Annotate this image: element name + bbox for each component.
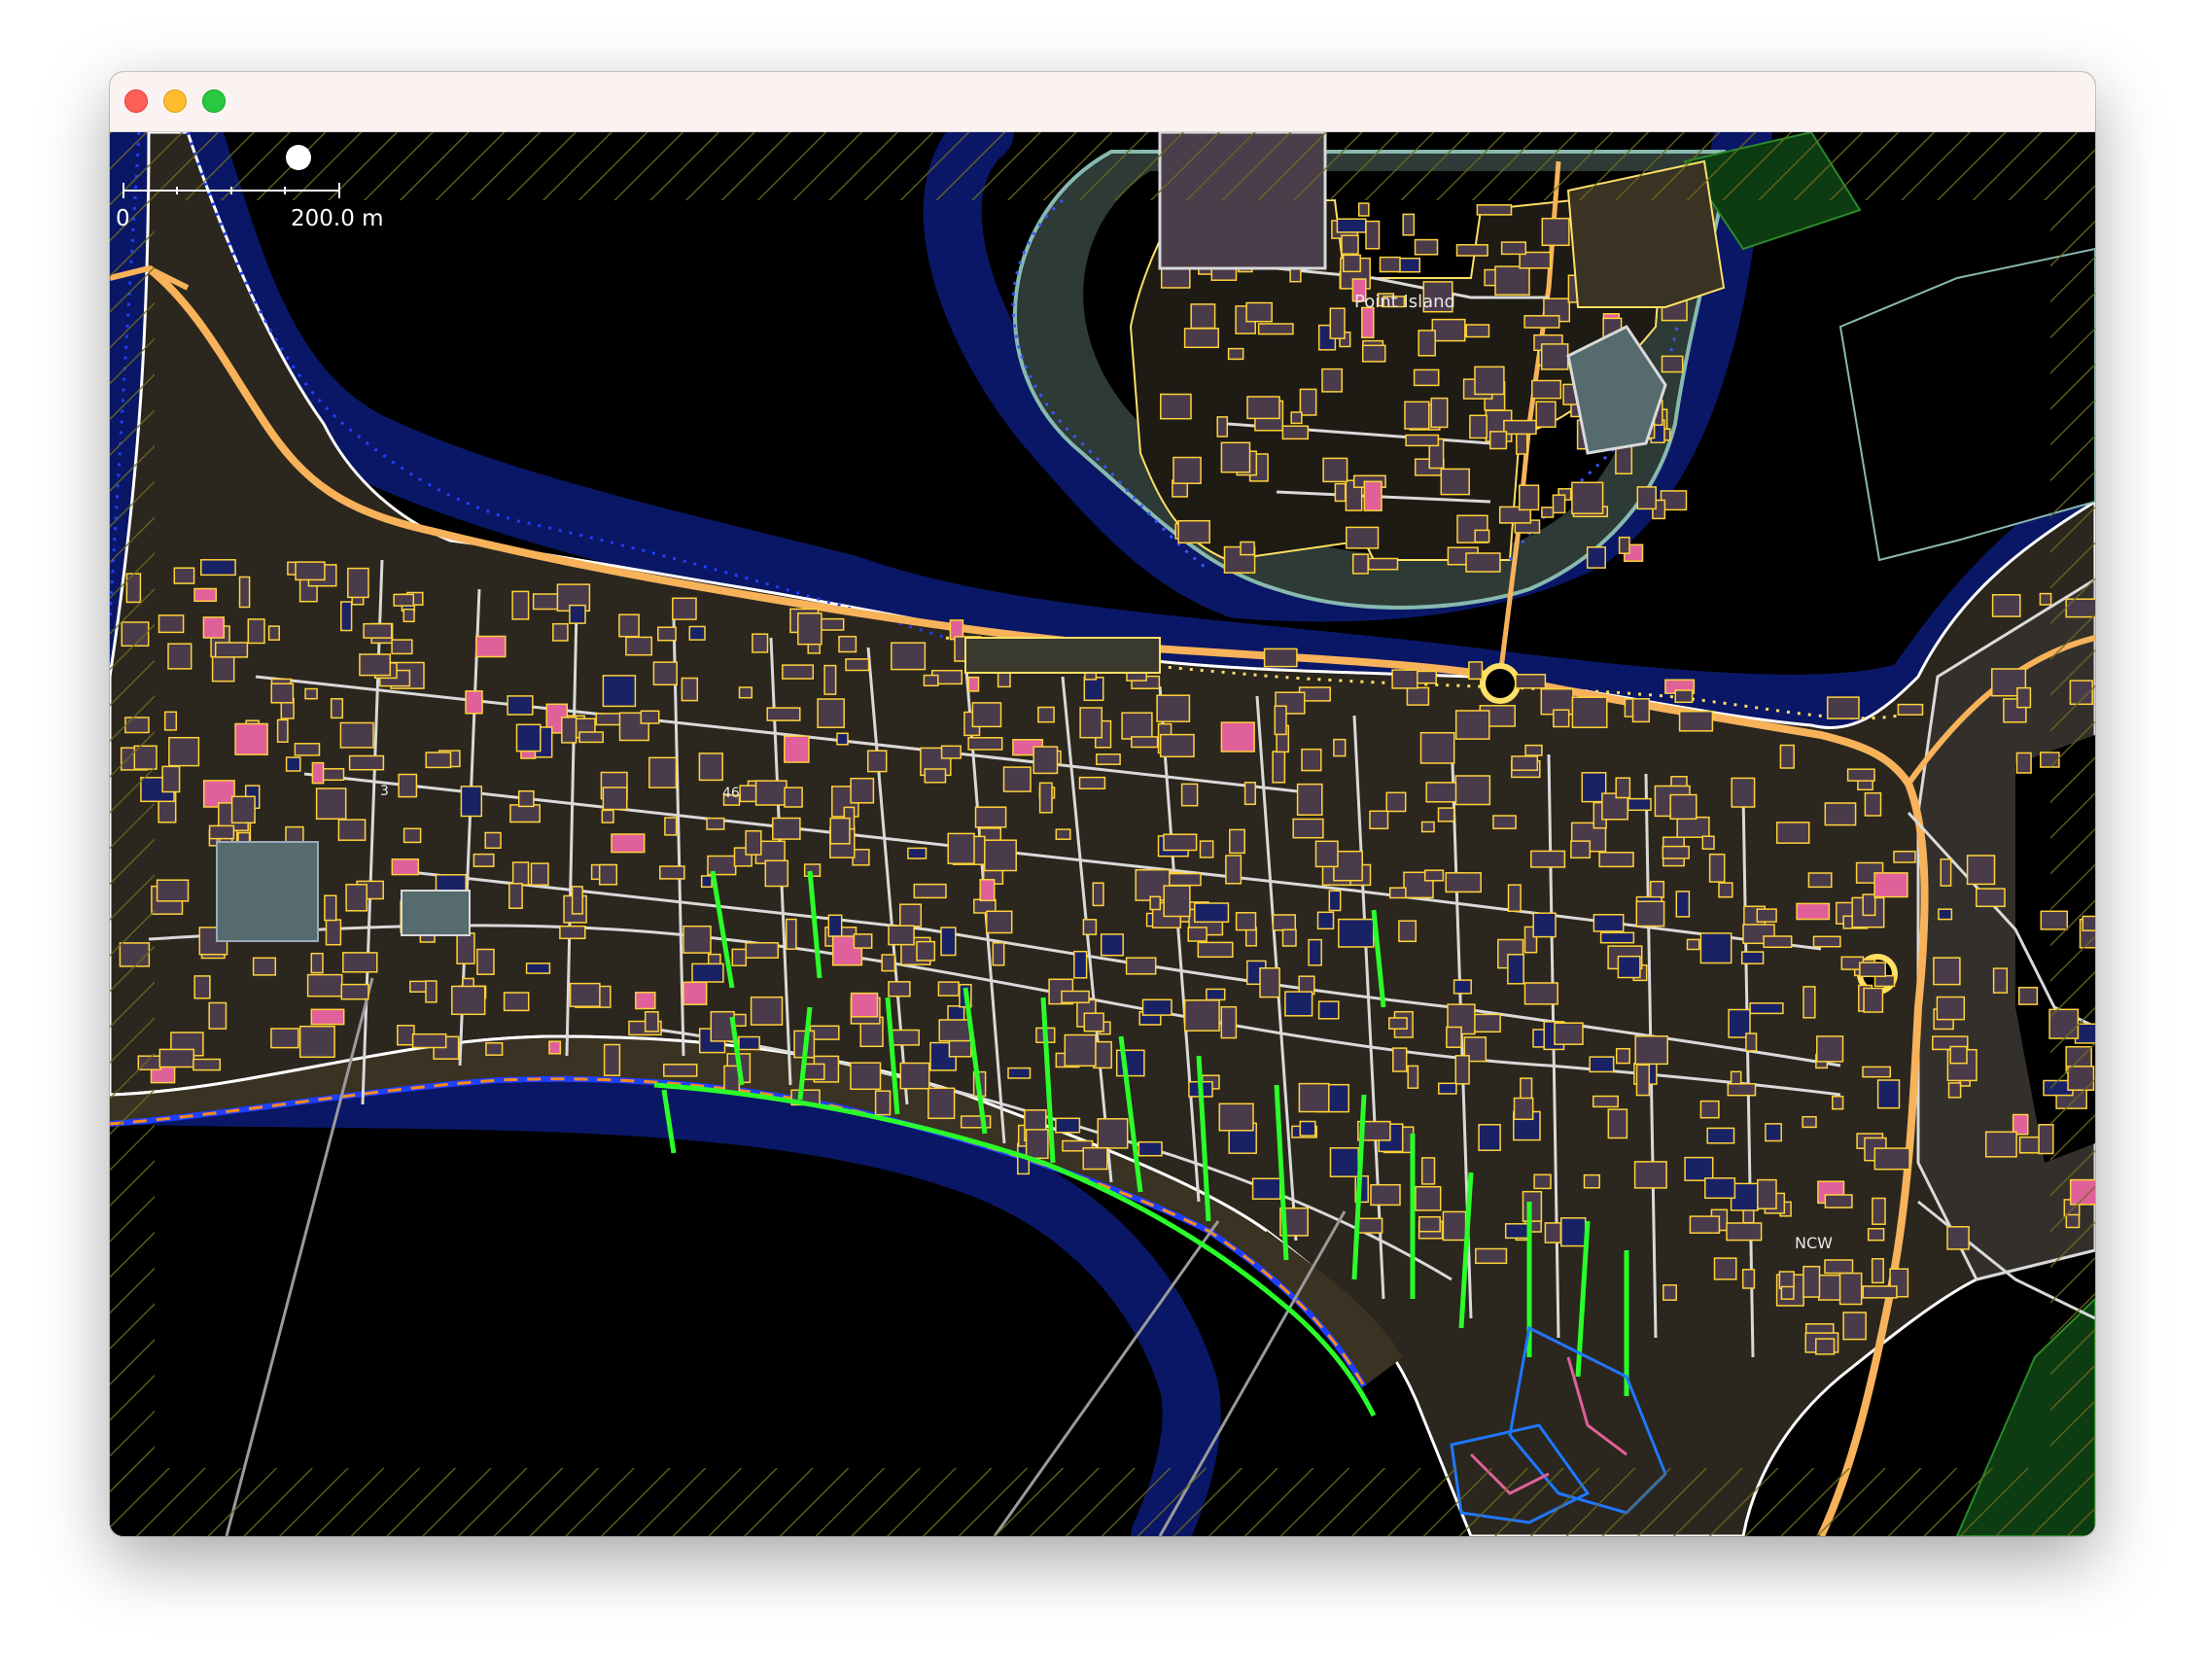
scale-start-label: 0 [116, 206, 130, 231]
house-number-label-3: 3 [380, 784, 389, 799]
scale-end-label: 200.0 m [291, 206, 384, 231]
app-window: Point Island 46 3 NCW 0 200.0 m [110, 72, 2095, 1536]
map-svg[interactable]: Point Island 46 3 NCW 0 200.0 m [110, 132, 2095, 1536]
out-of-bounds-hatch [110, 132, 2095, 1536]
gps-position-icon[interactable] [286, 145, 311, 170]
title-bar [110, 72, 2095, 132]
close-window-button[interactable] [124, 89, 148, 113]
minimize-window-button[interactable] [163, 89, 187, 113]
ncw-label: NCW [1795, 1234, 1833, 1252]
map-canvas[interactable]: Point Island 46 3 NCW 0 200.0 m [110, 132, 2095, 1536]
maximize-window-button[interactable] [202, 89, 226, 113]
house-number-label: 46 [722, 786, 740, 801]
island-label: Point Island [1354, 292, 1455, 312]
